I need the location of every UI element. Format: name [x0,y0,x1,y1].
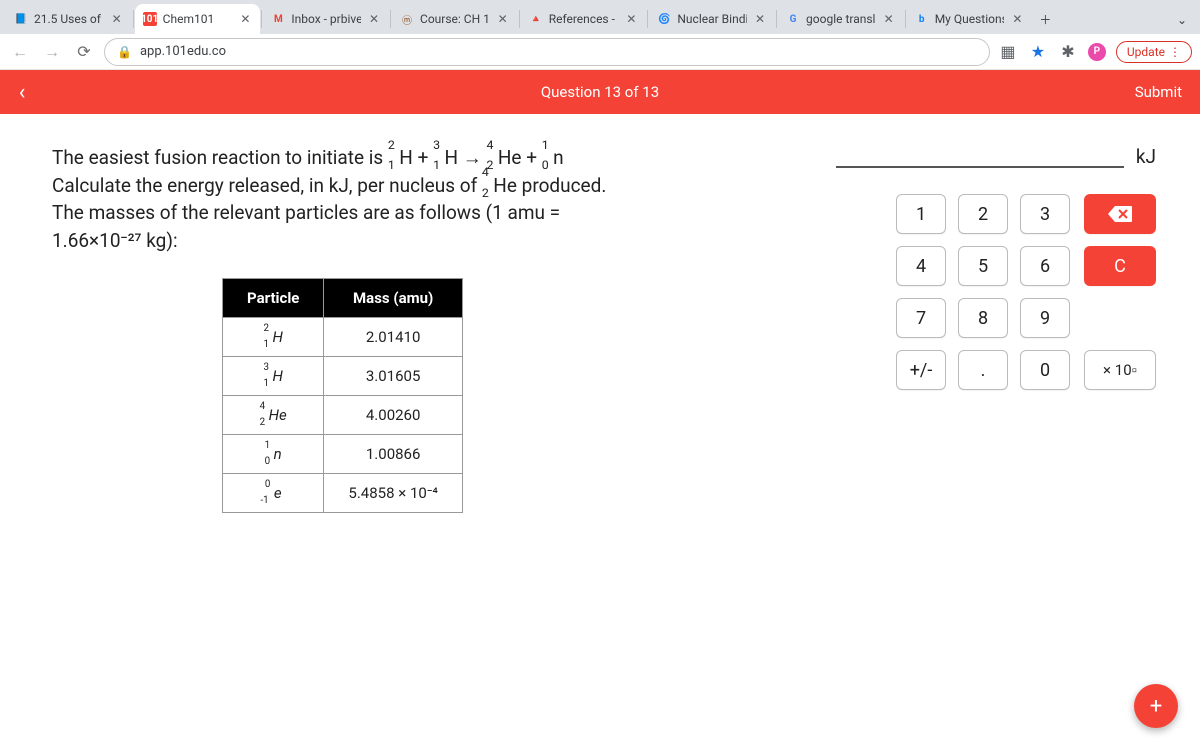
browser-tab[interactable]: ⓜ Course: CH 121N ✕ [392,4,518,34]
close-icon[interactable]: ✕ [496,12,510,26]
question-prompt: The easiest fusion reaction to initiate … [52,144,790,254]
key-3[interactable]: 3 [1020,194,1070,234]
browser-tab[interactable]: G google translate ✕ [778,4,904,34]
key-5[interactable]: 5 [958,246,1008,286]
back-chevron-button[interactable]: ‹ [0,70,44,114]
browser-tab[interactable]: 101 Chem101 ✕ [135,4,261,34]
back-button[interactable]: ← [8,40,32,64]
browser-toolbar: ← → ⟳ 🔒 app.101edu.co ▦ ★ ✱ P Update ⋮ [0,34,1200,70]
backspace-icon [1107,205,1133,223]
key-2[interactable]: 2 [958,194,1008,234]
drive-icon: 🔺 [529,12,543,26]
key-8[interactable]: 8 [958,298,1008,338]
numeric-keypad: 1 2 3 4 5 6 7 8 9 +/- . 0 [896,194,1070,390]
col-mass: Mass (amu) [324,279,462,318]
browser-tab[interactable]: M Inbox - prbivens ✕ [263,4,389,34]
table-row: 10n 1.00866 [223,435,463,474]
close-icon[interactable]: ✕ [753,12,767,26]
key-clear[interactable]: C [1084,246,1156,286]
key-plus-minus[interactable]: +/- [896,350,946,390]
tab-title: Course: CH 121N [420,12,490,26]
google-icon: G [786,12,800,26]
table-row: 21H 2.01410 [223,318,463,357]
tab-title: 21.5 Uses of Radi [34,12,104,26]
table-row: 42He 4.00260 [223,396,463,435]
close-icon[interactable]: ✕ [367,12,381,26]
mass-table: Particle Mass (amu) 21H 2.01410 31H 3.01… [222,278,463,513]
col-particle: Particle [223,279,324,318]
favicon-icon: 📘 [14,12,28,26]
tab-title: Chem101 [163,12,233,26]
favicon-icon: 🌀 [657,12,671,26]
browser-tab[interactable]: 📘 21.5 Uses of Radi ✕ [6,4,132,34]
key-1[interactable]: 1 [896,194,946,234]
browser-tab[interactable]: 🔺 References - Koi ✕ [521,4,647,34]
answer-panel: kJ 1 2 3 4 5 6 7 8 9 +/- . 0 [800,144,1160,750]
reload-button[interactable]: ⟳ [72,40,96,64]
qr-icon[interactable]: ▦ [998,42,1018,62]
key-6[interactable]: 6 [1020,246,1070,286]
question-counter: Question 13 of 13 [541,83,659,101]
key-backspace[interactable] [1084,194,1156,234]
close-icon[interactable]: ✕ [238,12,252,26]
table-row: 31H 3.01605 [223,357,463,396]
close-icon[interactable]: ✕ [882,12,896,26]
key-4[interactable]: 4 [896,246,946,286]
key-9[interactable]: 9 [1020,298,1070,338]
menu-dots-icon: ⋮ [1169,45,1181,59]
close-icon[interactable]: ✕ [1010,12,1024,26]
tab-title: References - Koi [549,12,619,26]
close-icon[interactable]: ✕ [624,12,638,26]
profile-badge[interactable]: P [1088,43,1106,61]
forward-button[interactable]: → [40,40,64,64]
tab-title: Inbox - prbivens [291,12,361,26]
key-7[interactable]: 7 [896,298,946,338]
key-exponent[interactable]: × 10▫ [1084,350,1156,390]
answer-input[interactable] [836,144,1124,168]
url-text: app.101edu.co [140,44,226,59]
key-0[interactable]: 0 [1020,350,1070,390]
tab-title: My Questions | b [935,12,1005,26]
favicon-icon: ⓜ [400,12,414,26]
minimize-icon[interactable]: ⌄ [1168,6,1196,34]
favicon-icon: 101 [143,12,157,26]
browser-tab[interactable]: 🌀 Nuclear Binding E ✕ [649,4,775,34]
bookmark-star-icon[interactable]: ★ [1028,42,1048,62]
extension-icon[interactable]: ✱ [1058,42,1078,62]
table-row: 0-1e 5.4858 × 10⁻⁴ [223,474,463,513]
tab-title: google translate [806,12,876,26]
new-tab-button[interactable]: ＋ [1032,6,1058,32]
answer-unit: kJ [1136,145,1156,168]
app-header: ‹ Question 13 of 13 Submit [0,70,1200,114]
close-icon[interactable]: ✕ [110,12,124,26]
question-panel: The easiest fusion reaction to initiate … [52,144,790,750]
key-decimal[interactable]: . [958,350,1008,390]
browser-tab-strip: 📘 21.5 Uses of Radi ✕ 101 Chem101 ✕ M In… [0,0,1200,34]
update-label: Update [1127,45,1165,59]
gmail-icon: M [271,12,285,26]
address-bar[interactable]: 🔒 app.101edu.co [104,38,990,66]
favicon-icon: b [915,12,929,26]
tab-title: Nuclear Binding E [677,12,747,26]
browser-tab[interactable]: b My Questions | b ✕ [907,4,1033,34]
lock-icon: 🔒 [117,45,132,59]
fab-add-button[interactable]: + [1134,684,1178,728]
submit-button[interactable]: Submit [1135,83,1182,101]
update-button[interactable]: Update ⋮ [1116,41,1192,63]
